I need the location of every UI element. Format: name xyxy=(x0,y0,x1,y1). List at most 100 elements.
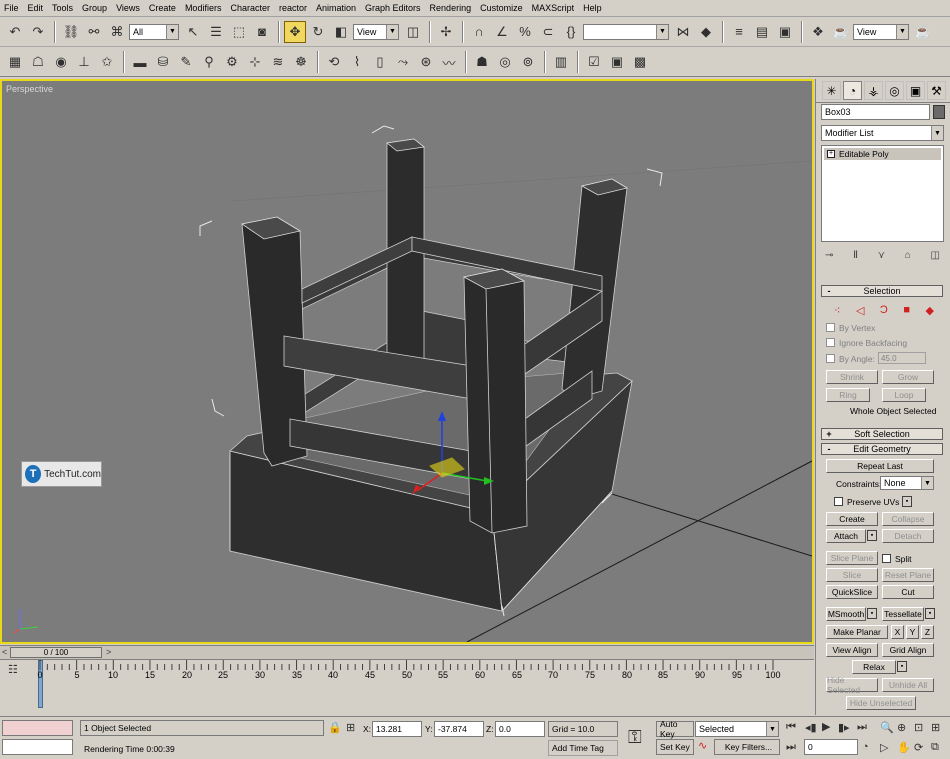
material-editor-icon[interactable]: ❖ xyxy=(807,21,829,43)
hide-unselected-button[interactable]: Hide Unselected xyxy=(846,696,916,710)
view-align-button[interactable]: View Align xyxy=(826,643,878,657)
selection-rollout-header[interactable]: - Selection xyxy=(821,285,943,297)
vertex-icon[interactable]: ⁖ xyxy=(834,304,840,317)
menu-customize[interactable]: Customize xyxy=(480,3,523,13)
select-rotate-icon[interactable]: ↻ xyxy=(307,21,329,43)
align-icon[interactable]: ◆ xyxy=(695,21,717,43)
cylinder-modifier-icon[interactable]: ▯ xyxy=(369,51,391,73)
key-mode-toggle-icon[interactable]: ⏭ xyxy=(786,741,796,754)
z-coordinate-input[interactable]: 0.0 xyxy=(495,721,545,737)
key-mode-dropdown[interactable]: Selected ▼ xyxy=(695,721,779,737)
checkbox[interactable] xyxy=(882,554,891,563)
repeat-last-button[interactable]: Repeat Last xyxy=(826,459,934,473)
menu-animation[interactable]: Animation xyxy=(316,3,356,13)
cylinder-icon[interactable]: ⛁ xyxy=(152,51,174,73)
arc-rotate-icon[interactable]: ⟳ xyxy=(914,741,923,754)
bind-space-warp-icon[interactable]: ⌘ xyxy=(106,21,128,43)
track-bar[interactable]: ☷ 0 5 10 15 20 25 30 35 40 45 50 55 60 6… xyxy=(0,659,814,715)
render-setup-icon[interactable]: ☑ xyxy=(583,51,605,73)
time-next-arrow-icon[interactable]: > xyxy=(106,647,111,657)
stack-item-editable-poly[interactable]: + Editable Poly xyxy=(824,148,941,160)
menu-rendering[interactable]: Rendering xyxy=(430,3,472,13)
perspective-viewport[interactable]: Perspective T TechTut.com xyxy=(0,79,814,644)
wave-icon[interactable]: 〰 xyxy=(438,51,460,73)
mirror-icon[interactable]: ⋈ xyxy=(672,21,694,43)
reactor-sphere-icon[interactable]: ◎ xyxy=(494,51,516,73)
edit-geometry-rollout-header[interactable]: - Edit Geometry xyxy=(821,443,943,455)
constraints-dropdown[interactable]: None ▼ xyxy=(880,476,934,490)
teapot-icon[interactable]: ☖ xyxy=(27,51,49,73)
select-manipulate-icon[interactable]: ✢ xyxy=(435,21,457,43)
render-type-dropdown[interactable]: View ▼ xyxy=(853,23,909,40)
ring-button[interactable]: Ring xyxy=(826,388,870,402)
grid-align-button[interactable]: Grid Align xyxy=(882,643,934,657)
morph-icon[interactable]: ⊛ xyxy=(415,51,437,73)
motion-tab-icon[interactable]: ◎ xyxy=(885,81,904,100)
set-key-button[interactable]: Set Key xyxy=(656,739,694,755)
snap-toggle-icon[interactable]: ∩ xyxy=(468,21,490,43)
ignore-backfacing-checkbox[interactable]: Ignore Backfacing xyxy=(826,336,907,349)
cut-button[interactable]: Cut xyxy=(882,585,934,599)
systems-icon[interactable]: ☸ xyxy=(290,51,312,73)
menu-help[interactable]: Help xyxy=(583,3,602,13)
attach-button[interactable]: Attach xyxy=(826,529,866,543)
field-of-view-icon[interactable]: ▷ xyxy=(880,741,888,754)
sphere-icon[interactable]: ◉ xyxy=(50,51,72,73)
checkbox[interactable] xyxy=(826,354,835,363)
zoom-extents-icon[interactable]: ⊡ xyxy=(914,721,923,734)
tessellate-settings-icon[interactable]: ▪ xyxy=(925,608,935,619)
preserve-uvs-settings-icon[interactable]: ▪ xyxy=(902,496,912,507)
remove-modifier-icon[interactable]: ⌂ xyxy=(905,250,911,261)
select-by-name-icon[interactable]: ☰ xyxy=(205,21,227,43)
planar-z-button[interactable]: Z xyxy=(921,625,934,639)
slice-button[interactable]: Slice xyxy=(826,568,878,582)
y-coordinate-input[interactable]: -37.874 xyxy=(434,721,484,737)
undo-icon[interactable]: ↶ xyxy=(4,21,26,43)
menu-character[interactable]: Character xyxy=(230,3,270,13)
zoom-all-icon[interactable]: ⊕ xyxy=(897,721,906,734)
play-icon[interactable]: ▶ xyxy=(822,720,830,733)
menu-file[interactable]: File xyxy=(4,3,19,13)
space-warp-icon[interactable]: ≋ xyxy=(267,51,289,73)
plane-icon[interactable]: ⊥ xyxy=(73,51,95,73)
percent-snap-icon[interactable]: % xyxy=(514,21,536,43)
hide-selected-button[interactable]: Hide Selected xyxy=(826,675,878,695)
gear-icon[interactable]: ⚙ xyxy=(221,51,243,73)
video-post-icon[interactable]: ▩ xyxy=(629,51,651,73)
reference-coordinate-dropdown[interactable]: View ▼ xyxy=(353,23,399,40)
detach-button[interactable]: Detach xyxy=(882,529,934,543)
reactor-teapot-icon[interactable]: ☗ xyxy=(471,51,493,73)
redo-icon[interactable]: ↷ xyxy=(27,21,49,43)
checkbox[interactable] xyxy=(834,497,843,506)
zoom-icon[interactable]: 🔍 xyxy=(880,721,894,734)
spinner-snap-icon[interactable]: ⊂ xyxy=(537,21,559,43)
camera-icon[interactable]: ▬ xyxy=(129,51,151,73)
key-filters-button[interactable]: Key Filters... xyxy=(714,739,780,755)
menu-maxscript[interactable]: MAXScript xyxy=(532,3,575,13)
create-button[interactable]: Create xyxy=(826,512,878,526)
menu-edit[interactable]: Edit xyxy=(28,3,44,13)
menu-views[interactable]: Views xyxy=(116,3,140,13)
brush-icon[interactable]: ✎ xyxy=(175,51,197,73)
selection-filter-dropdown[interactable]: All ▼ xyxy=(129,23,179,40)
previous-frame-icon[interactable]: ◂▮ xyxy=(805,721,817,734)
split-checkbox[interactable]: Split xyxy=(882,552,912,565)
modify-tab-icon[interactable]: ◔ xyxy=(843,81,862,100)
auto-key-button[interactable]: Auto Key xyxy=(656,719,694,739)
msmooth-settings-icon[interactable]: ▪ xyxy=(867,608,877,619)
relax-button[interactable]: Relax xyxy=(852,660,896,674)
slice-plane-button[interactable]: Slice Plane xyxy=(826,551,878,565)
reset-plane-button[interactable]: Reset Plane xyxy=(882,568,934,582)
select-link-icon[interactable]: ⛓ xyxy=(60,21,82,43)
hierarchy-tab-icon[interactable]: ⚶ xyxy=(864,81,883,100)
time-configuration-icon[interactable]: ◔ xyxy=(862,741,869,753)
maximize-viewport-icon[interactable]: ⧉ xyxy=(931,741,939,754)
named-selection-dropdown[interactable]: ▼ xyxy=(583,23,669,40)
relax-settings-icon[interactable]: ▪ xyxy=(897,661,907,672)
bend-icon[interactable]: ⌇ xyxy=(346,51,368,73)
make-planar-button[interactable]: Make Planar xyxy=(826,625,888,639)
utilities-tab-icon[interactable]: ⚒ xyxy=(927,81,946,100)
shrink-button[interactable]: Shrink xyxy=(826,370,878,384)
modifier-list-dropdown[interactable]: Modifier List ▼ xyxy=(821,125,944,141)
pin-stack-icon[interactable]: ⊸ xyxy=(825,250,833,261)
